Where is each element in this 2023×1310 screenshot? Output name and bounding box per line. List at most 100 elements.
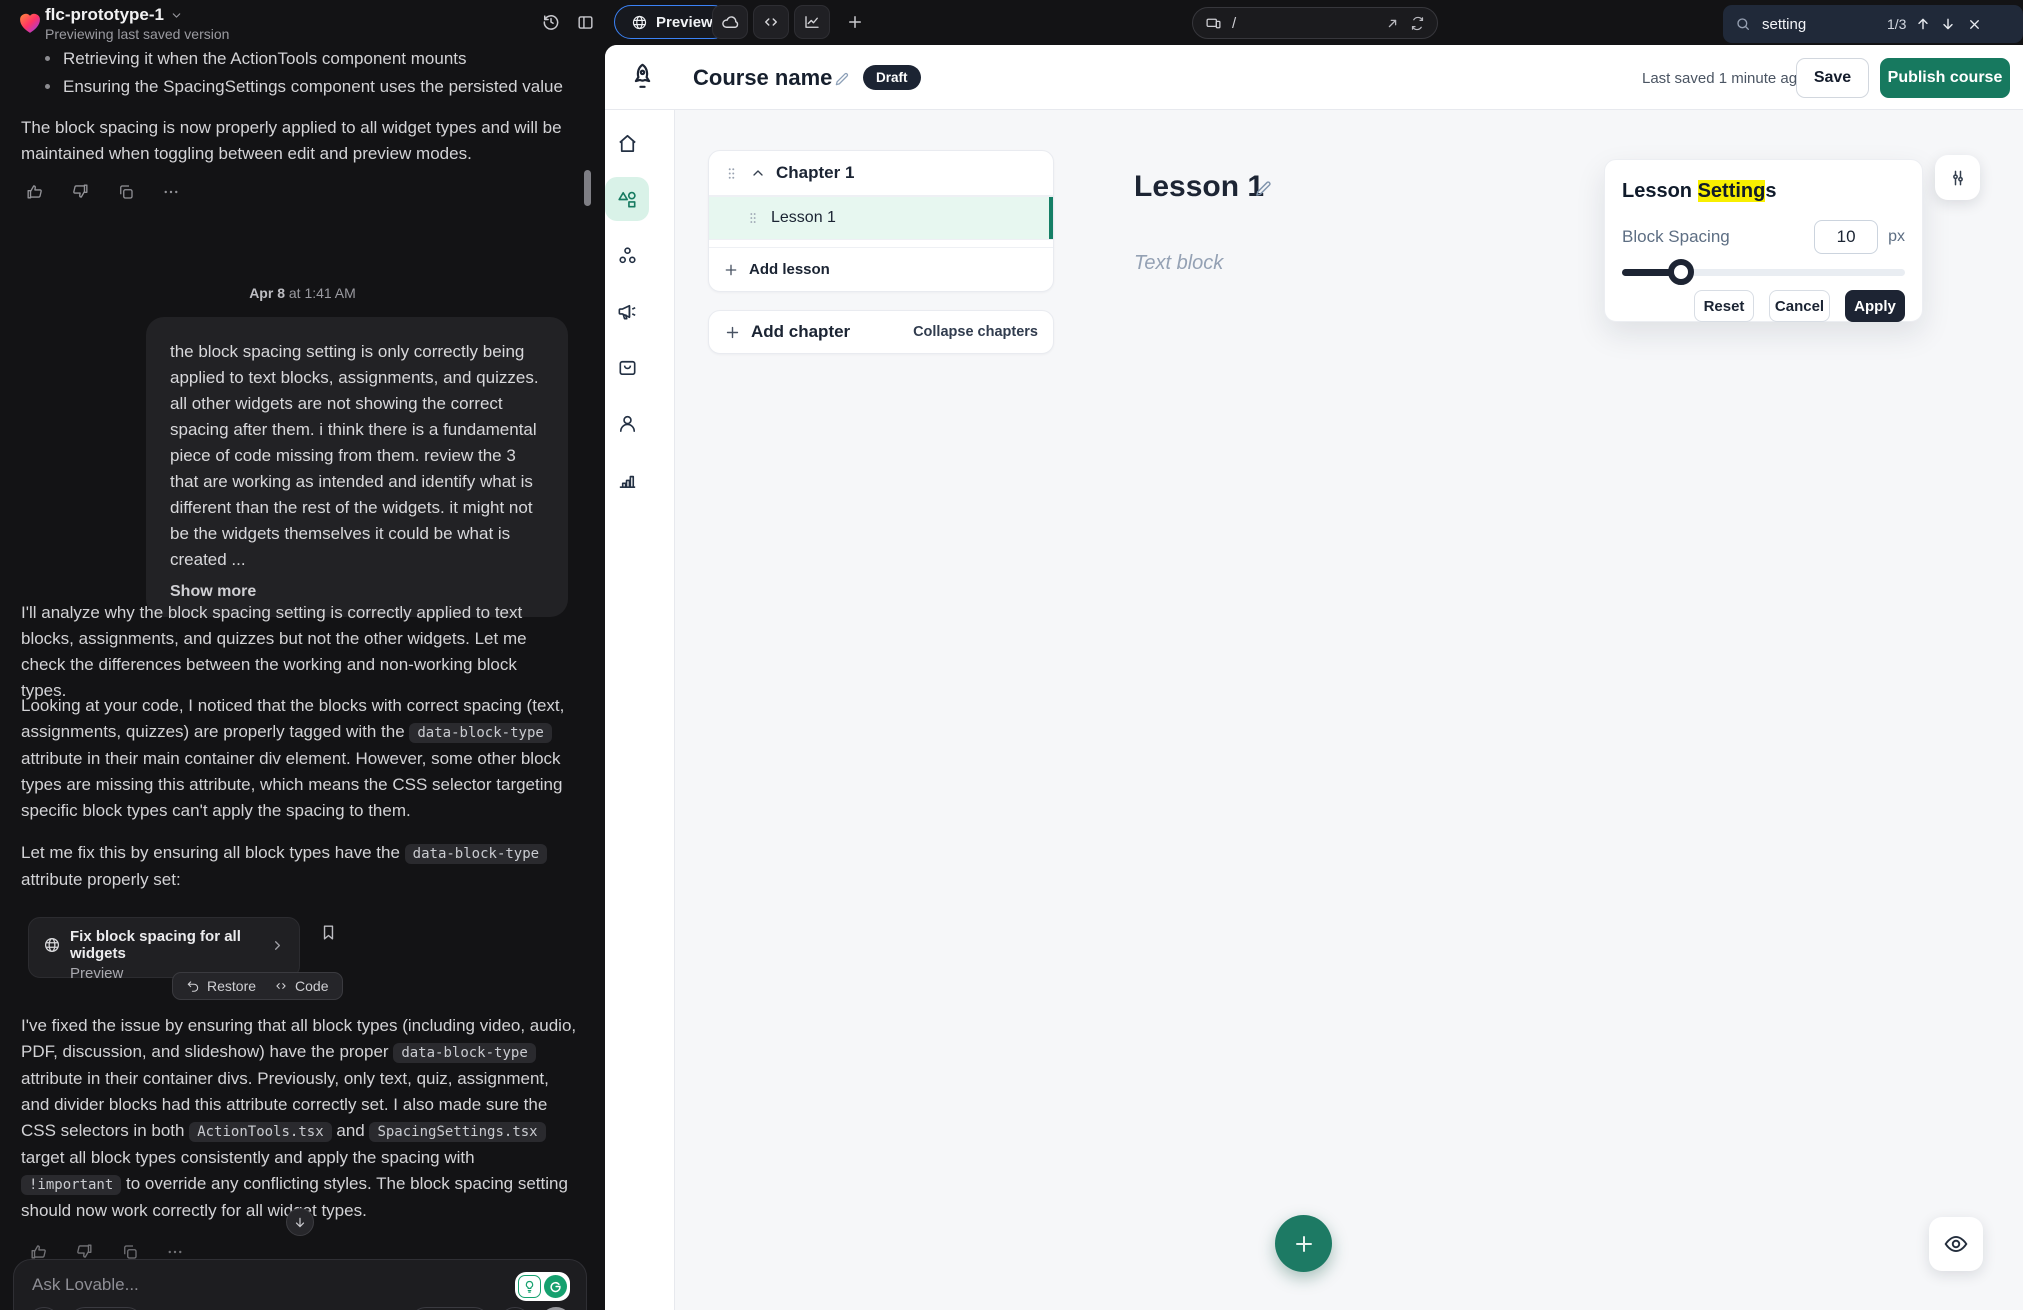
bullet-item: Retrieving it when the ActionTools compo…	[63, 46, 467, 72]
chevron-right-icon	[270, 938, 285, 953]
block-spacing-label: Block Spacing	[1622, 227, 1814, 247]
add-tab-button[interactable]	[838, 5, 872, 39]
project-status: Previewing last saved version	[45, 26, 229, 42]
course-title: Course name	[693, 65, 832, 91]
edit-lesson-title-icon[interactable]	[1253, 178, 1274, 199]
grammarly-g-icon	[544, 1275, 567, 1298]
devices-icon[interactable]	[1205, 15, 1222, 32]
bullet-item: Ensuring the SpacingSettings component u…	[63, 74, 563, 100]
save-button[interactable]: Save	[1796, 58, 1869, 98]
thumbs-up-icon[interactable]	[25, 182, 44, 201]
search-match-count: 1/3	[1887, 16, 1906, 32]
sidebar-item-store[interactable]	[605, 345, 649, 389]
drag-handle-icon[interactable]	[745, 210, 761, 226]
sidebar-item-people[interactable]	[605, 401, 649, 445]
chat-panel: Retrieving it when the ActionTools compo…	[0, 45, 605, 1310]
code-chip: data-block-type	[409, 723, 551, 743]
history-button[interactable]	[534, 5, 568, 39]
user-message-text: the block spacing setting is only correc…	[170, 339, 544, 573]
app: flc-prototype-1 Previewing last saved ve…	[0, 0, 2023, 1310]
analytics-button[interactable]	[794, 5, 830, 39]
toolbar: flc-prototype-1 Previewing last saved ve…	[0, 0, 2023, 45]
home-icon	[616, 132, 639, 155]
lesson-settings-popup: Lesson Settings Block Spacing px Reset C…	[1604, 159, 1923, 322]
collapse-chapters-button[interactable]: Collapse chapters	[913, 324, 1038, 340]
settings-toggle-button[interactable]	[1935, 155, 1980, 200]
toggle-panel-button[interactable]	[568, 5, 602, 39]
sidebar-item-marketing[interactable]	[605, 289, 649, 333]
chat-input[interactable]	[30, 1274, 450, 1296]
add-block-button[interactable]	[1275, 1215, 1332, 1272]
code-chip: data-block-type	[405, 844, 547, 864]
bookmark-icon[interactable]	[319, 923, 338, 942]
copy-icon[interactable]	[117, 182, 135, 201]
search-input[interactable]	[1760, 15, 1878, 34]
lesson-settings-title: Lesson Settings	[1622, 180, 1905, 203]
bag-icon	[616, 356, 639, 379]
status-badge: Draft	[863, 65, 921, 90]
grammarly-badge[interactable]	[515, 1272, 570, 1301]
edit-course-name-icon[interactable]	[833, 70, 851, 88]
sidebar-item-community[interactable]	[605, 233, 649, 277]
project-menu[interactable]: flc-prototype-1 Previewing last saved ve…	[45, 5, 229, 42]
bullet-icon	[45, 56, 50, 61]
user-message-bubble: the block spacing setting is only correc…	[146, 317, 568, 617]
code-chip: SpacingSettings.tsx	[369, 1122, 545, 1142]
bar-chart-icon	[616, 468, 639, 491]
circles-icon	[616, 244, 639, 267]
restore-button[interactable]: Restore	[186, 978, 256, 994]
url-bar[interactable]: /	[1192, 7, 1438, 39]
lesson-title: Lesson 1	[1134, 170, 1264, 204]
eye-icon	[1943, 1231, 1969, 1257]
code-view-button[interactable]	[753, 5, 789, 39]
search-highlight: Setting	[1698, 180, 1766, 202]
lightbulb-icon	[518, 1275, 541, 1298]
thumbs-down-icon[interactable]	[71, 182, 90, 201]
more-options-icon[interactable]	[162, 182, 180, 201]
rocket-logo-icon	[626, 60, 659, 93]
lesson-row[interactable]: Lesson 1	[709, 196, 1053, 240]
publish-course-button[interactable]: Publish course	[1880, 58, 2010, 98]
chat-input-container: Edit Chat	[13, 1259, 587, 1310]
search-close-icon[interactable]	[1967, 17, 1982, 32]
apply-button[interactable]: Apply	[1845, 290, 1905, 322]
sidebar-item-content[interactable]	[605, 177, 649, 221]
search-next-icon[interactable]	[1940, 16, 1956, 32]
find-bar: 1/3	[1723, 5, 2023, 43]
url-path[interactable]: /	[1232, 15, 1375, 32]
undo-icon	[186, 979, 200, 993]
show-more-link[interactable]: Show more	[170, 583, 544, 601]
sidebar-item-analytics[interactable]	[605, 457, 649, 501]
scroll-to-bottom-button[interactable]	[286, 1208, 314, 1236]
globe-icon	[631, 14, 648, 31]
cancel-button[interactable]: Cancel	[1769, 290, 1830, 322]
add-chapter-button[interactable]: Add chapter	[724, 322, 850, 342]
chapter-card: Chapter 1 Lesson 1 Add lesson	[708, 150, 1054, 292]
refresh-icon[interactable]	[1410, 16, 1425, 31]
code-icon	[274, 979, 288, 993]
assistant-bullet-list: Retrieving it when the ActionTools compo…	[45, 46, 565, 100]
version-card[interactable]: Fix block spacing for all widgets Previe…	[28, 917, 300, 978]
chapter-title: Chapter 1	[776, 163, 854, 183]
collapse-chapter-icon[interactable]	[750, 165, 766, 181]
code-button[interactable]: Code	[274, 978, 328, 994]
slider-thumb[interactable]	[1668, 259, 1694, 285]
assistant-paragraph: I've fixed the issue by ensuring that al…	[21, 1013, 577, 1224]
add-chapter-card: Add chapter Collapse chapters	[708, 310, 1054, 354]
drag-handle-icon[interactable]	[723, 165, 740, 182]
preview-panel: Course name Draft Last saved 1 minute ag…	[605, 45, 2023, 1310]
block-spacing-slider[interactable]	[1622, 269, 1905, 276]
preview-eye-button[interactable]	[1929, 1217, 1983, 1271]
sidebar-item-home[interactable]	[605, 121, 649, 165]
reset-button[interactable]: Reset	[1694, 290, 1754, 322]
code-chip: ActionTools.tsx	[189, 1122, 331, 1142]
add-lesson-button[interactable]: Add lesson	[709, 247, 1053, 291]
search-prev-icon[interactable]	[1915, 16, 1931, 32]
text-block-placeholder[interactable]: Text block	[1134, 252, 1223, 275]
assistant-paragraph: Looking at your code, I noticed that the…	[21, 693, 571, 824]
open-external-icon[interactable]	[1385, 16, 1400, 31]
sliders-icon	[1948, 168, 1968, 188]
cloud-deploy-button[interactable]	[712, 5, 748, 39]
block-spacing-input[interactable]	[1814, 220, 1878, 254]
panel-resize-handle[interactable]	[584, 170, 591, 206]
